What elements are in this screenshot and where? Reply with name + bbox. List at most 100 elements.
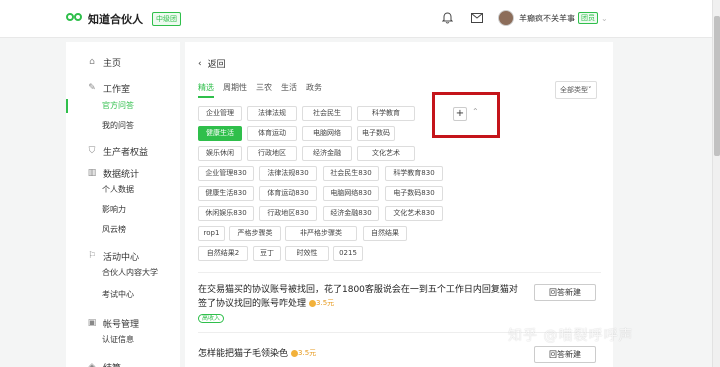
mail-icon[interactable] <box>470 11 484 25</box>
tag-chip[interactable]: 电子数码 <box>357 126 395 141</box>
reward: 3.5元 <box>316 299 335 307</box>
settle-icon: ◈ <box>88 362 96 367</box>
question-title[interactable]: 怎样能把猫子毛领染色 3.5元 <box>198 347 518 361</box>
sidebar-item-label: 工作室 <box>103 84 131 95</box>
account-icon: ▣ <box>87 318 97 328</box>
tag-chip[interactable]: 0215 <box>333 246 363 261</box>
tag-chip[interactable]: 文化艺术830 <box>385 206 443 221</box>
tag-chip[interactable]: 法律法规 <box>247 106 297 121</box>
sidebar-item-label: 活动中心 <box>103 252 140 263</box>
tag-chip[interactable]: 自然结果 <box>363 226 407 241</box>
avatar <box>498 10 514 26</box>
highlight-box: + ⌃ <box>432 92 500 138</box>
sidebar-item-my-qa[interactable]: 我的问答 <box>66 116 180 136</box>
category-tabs: 精选 周期性 三农 生活 政务 <box>198 82 331 98</box>
top-bar: 知道合伙人 中级团 羊癫疯不关羊事 团员 ⌄ <box>0 0 720 38</box>
sidebar-item-exam[interactable]: 考试中心 <box>66 285 180 305</box>
tab-periodic[interactable]: 周期性 <box>223 82 247 98</box>
back-button[interactable]: ‹ 返回 <box>198 57 226 71</box>
logo-icon <box>66 12 84 26</box>
sidebar-item-producer-rights[interactable]: ⛉ 生产者权益 <box>66 144 180 158</box>
tag-chip[interactable]: 企业管理830 <box>198 166 254 181</box>
tag-chip[interactable]: 健康生活 <box>198 126 242 141</box>
tag-chip[interactable]: 自然结果2 <box>198 246 248 261</box>
chevron-left-icon: ‹ <box>198 58 202 69</box>
type-filter-dropdown[interactable]: 全部类型˅ <box>555 81 597 99</box>
scroll-thumb[interactable] <box>714 16 720 156</box>
tag-chip[interactable]: 行政地区830 <box>259 206 317 221</box>
main-panel: ‹ 返回 精选 周期性 三农 生活 政务 全部类型˅ 企业管理 法律法规 社会民生科… <box>185 42 613 367</box>
sidebar-item-activity[interactable]: ⚐ 活动中心 <box>66 249 180 263</box>
chevron-up-icon[interactable]: ⌃ <box>472 107 479 116</box>
tag-chip[interactable]: 体育运动 <box>247 126 297 141</box>
user-role-badge: 团员 <box>578 12 598 24</box>
sidebar-item-label: 结算 <box>103 361 121 367</box>
chevron-down-icon: ⌄ <box>601 13 608 23</box>
tag-chip[interactable]: 休闲娱乐830 <box>198 206 254 221</box>
chart-icon: ▥ <box>87 168 97 178</box>
sidebar-item-personal-data[interactable]: 个人数据 <box>66 180 180 200</box>
sidebar-item-statistics[interactable]: ▥ 数据统计 <box>66 166 180 180</box>
scrollbar[interactable] <box>712 0 720 367</box>
shield-icon: ⛉ <box>88 146 96 156</box>
sidebar: ⌂ 主页 ✎ 工作室 官方问答 我的问答 ⛉ 生产者权益 ▥ 数据统计 个人数据… <box>66 42 180 367</box>
divider <box>198 272 601 273</box>
back-label: 返回 <box>207 60 226 70</box>
tab-agriculture[interactable]: 三农 <box>256 82 272 98</box>
sidebar-item-studio[interactable]: ✎ 工作室 <box>66 81 180 95</box>
tab-government[interactable]: 政务 <box>306 82 322 98</box>
user-menu[interactable]: 羊癫疯不关羊事 团员 ⌄ <box>498 10 608 26</box>
tag-chip[interactable]: 企业管理 <box>198 106 242 121</box>
sidebar-item-label: 主页 <box>103 58 122 69</box>
question-title[interactable]: 在交易猫买的协议账号被找回，花了1800客服说会在一到五个工作日内回复猫对签了协… <box>198 284 518 311</box>
sidebar-item-label: 数据统计 <box>103 169 140 180</box>
tag-chip[interactable]: 社会民生830 <box>323 166 379 181</box>
tag-chip[interactable]: 严格步骤类 <box>229 226 281 241</box>
tag-chip[interactable]: 社会民生 <box>302 106 352 121</box>
tab-featured[interactable]: 精选 <box>198 82 214 98</box>
sidebar-item-leaderboard[interactable]: 风云榜 <box>66 220 180 240</box>
sidebar-item-influence[interactable]: 影响力 <box>66 200 180 220</box>
sidebar-item-label: 帐号管理 <box>103 319 140 330</box>
sidebar-item-certification[interactable]: 认证信息 <box>66 330 180 350</box>
coin-icon <box>309 300 317 307</box>
sidebar-item-settlement[interactable]: ◈ 结算 <box>66 360 180 367</box>
tag-chip[interactable]: 经济金融830 <box>323 206 379 221</box>
tag-chip[interactable]: 非严格步骤类 <box>285 226 357 241</box>
tag-chip[interactable]: 科学教育 <box>357 106 415 121</box>
tag-chip[interactable]: 文化艺术 <box>357 146 415 161</box>
tag-chip[interactable]: 电脑网络830 <box>323 186 379 201</box>
tag-chip[interactable]: 豆丁 <box>253 246 281 261</box>
tag-chip[interactable]: 娱乐休闲 <box>198 146 242 161</box>
chevron-down-icon: ˅ <box>588 86 592 94</box>
reward: 3.5元 <box>298 349 317 357</box>
question-tag: 高收入 <box>198 314 225 323</box>
tag-chip[interactable]: 科学教育830 <box>385 166 443 181</box>
sidebar-item-account[interactable]: ▣ 帐号管理 <box>66 316 180 330</box>
sidebar-item-home[interactable]: ⌂ 主页 <box>66 55 180 69</box>
tag-chip[interactable]: 时效性 <box>285 246 329 261</box>
edit-icon: ✎ <box>88 83 96 93</box>
tab-life[interactable]: 生活 <box>281 82 297 98</box>
level-badge: 中级团 <box>152 12 181 26</box>
bell-icon[interactable] <box>440 11 454 25</box>
tag-chip[interactable]: 电子数码830 <box>385 186 443 201</box>
tag-chip[interactable]: 行政地区 <box>247 146 297 161</box>
tag-chip[interactable]: 体育运动830 <box>259 186 317 201</box>
sidebar-item-official-qa[interactable]: 官方问答 <box>66 96 180 116</box>
tag-chip[interactable]: 法律法规830 <box>259 166 317 181</box>
tag-chip[interactable]: 健康生活830 <box>198 186 254 201</box>
answer-button[interactable]: 回答新建 <box>534 346 596 363</box>
flag-icon: ⚐ <box>87 251 97 261</box>
answer-button[interactable]: 回答新建 <box>534 284 596 301</box>
tag-chip[interactable]: 电脑网络 <box>302 126 352 141</box>
sidebar-item-university[interactable]: 合伙人内容大学 <box>66 263 180 283</box>
coin-icon <box>291 350 299 357</box>
app-title: 知道合伙人 <box>88 13 143 26</box>
tag-chip[interactable]: rop1 <box>198 226 225 241</box>
logo[interactable]: 知道合伙人 中级团 <box>66 11 181 27</box>
watermark: 知乎 @喵裂呼呼声 <box>508 328 634 344</box>
home-icon: ⌂ <box>89 57 95 67</box>
plus-icon[interactable]: + <box>453 107 467 121</box>
tag-chip[interactable]: 经济金融 <box>302 146 352 161</box>
